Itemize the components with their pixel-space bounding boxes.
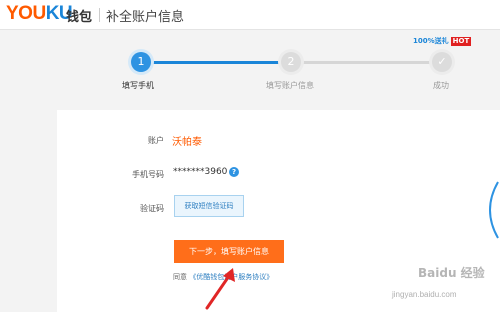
wallet-label: 钱包 <box>66 10 93 25</box>
promo-badge: 100%送礼 HOT <box>413 36 472 46</box>
step-1-circle: 1 <box>131 52 151 72</box>
promo-text: 100%送礼 <box>413 37 449 45</box>
red-arrow-annotation <box>205 268 235 310</box>
header-divider <box>99 8 100 22</box>
logo-you-text: YOU <box>6 3 46 24</box>
top-header: YOUKU 钱包 补全账户信息 <box>0 0 500 30</box>
step-2-circle: 2 <box>281 52 301 72</box>
account-value: 沃帕泰 <box>172 137 202 148</box>
step-3-check-icon: ✓ <box>432 52 452 72</box>
account-label: 账户 <box>148 136 164 145</box>
phone-label: 手机号码 <box>132 170 164 179</box>
step-1-label: 填写手机 <box>122 81 154 90</box>
decorative-arc <box>489 181 499 239</box>
step-2-label: 填写账户信息 <box>266 81 314 90</box>
progress-line-pending <box>300 61 432 64</box>
help-icon[interactable]: ? <box>229 167 239 177</box>
hot-badge: HOT <box>450 37 472 46</box>
next-step-button[interactable]: 下一步，填写账户信息 <box>174 240 284 263</box>
baidu-watermark-text: Baidu 经验 <box>418 266 485 280</box>
youku-logo[interactable]: YOUKU <box>6 3 73 25</box>
get-sms-code-button[interactable]: 获取短信验证码 <box>174 195 244 217</box>
page-title: 补全账户信息 <box>106 10 185 25</box>
phone-value: *******3960 <box>173 167 228 177</box>
baidu-watermark-url: jingyan.baidu.com <box>392 290 457 299</box>
progress-line-done <box>150 61 282 64</box>
agree-prefix: 同意 <box>173 273 187 281</box>
step-3-label: 成功 <box>433 81 449 90</box>
code-label: 验证码 <box>140 204 164 213</box>
